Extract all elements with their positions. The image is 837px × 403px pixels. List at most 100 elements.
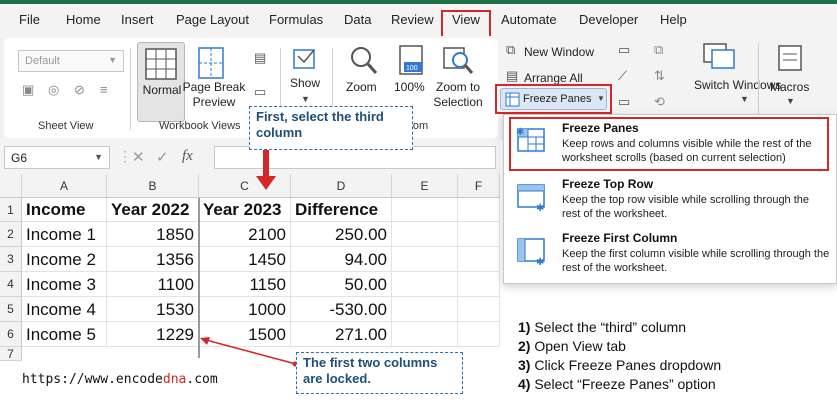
cell-e3[interactable] xyxy=(392,247,458,272)
tab-home[interactable]: Home xyxy=(66,12,101,27)
tab-data[interactable]: Data xyxy=(344,12,371,27)
cell-b4[interactable]: 1100 xyxy=(107,272,199,297)
chevron-down-icon: ▼ xyxy=(108,55,117,65)
list-icon[interactable]: ≡ xyxy=(100,82,108,97)
menu-item-freeze-top-row[interactable]: ✱ Freeze Top Row Keep the top row visibl… xyxy=(510,175,830,227)
zoom-icon[interactable] xyxy=(348,44,378,76)
show-icon[interactable] xyxy=(290,44,320,74)
cell-c2[interactable]: 2100 xyxy=(199,222,291,247)
unhide-icon[interactable]: ▭ xyxy=(618,94,630,110)
cell-b5[interactable]: 1530 xyxy=(107,297,199,322)
side-by-side-icon[interactable]: ⧉ xyxy=(654,42,663,58)
cell-e2[interactable] xyxy=(392,222,458,247)
cell-a4[interactable]: Income 3 xyxy=(22,272,107,297)
page-break-label[interactable]: Page Break Preview xyxy=(182,80,246,110)
zoom-100-label[interactable]: 100% xyxy=(394,80,425,95)
tab-automate[interactable]: Automate xyxy=(501,12,557,27)
column-header-d[interactable]: D xyxy=(291,174,392,198)
show-label[interactable]: Show xyxy=(290,76,320,91)
check-icon[interactable]: ✓ xyxy=(156,148,169,166)
cell-d3[interactable]: 94.00 xyxy=(291,247,392,272)
fx-icon[interactable]: fx xyxy=(182,148,193,165)
cell-c1[interactable]: Year 2023 xyxy=(199,198,291,222)
exit-view-icon[interactable]: ⊘ xyxy=(74,82,85,98)
cell-e6[interactable] xyxy=(392,322,458,347)
switch-windows-label[interactable]: Switch Windows xyxy=(694,78,781,92)
cell-b2[interactable]: 1850 xyxy=(107,222,199,247)
chevron-down-icon: ▼ xyxy=(94,152,103,162)
row-header-4[interactable]: 4 xyxy=(0,272,22,297)
save-view-icon[interactable]: ▣ xyxy=(22,82,34,98)
switch-windows-icon[interactable] xyxy=(702,42,736,72)
normal-view-button[interactable]: Normal xyxy=(137,42,185,122)
page-break-icon[interactable] xyxy=(196,46,226,80)
tab-formulas[interactable]: Formulas xyxy=(269,12,323,27)
split-icon[interactable]: ▭ xyxy=(618,42,630,58)
cell-c3[interactable]: 1450 xyxy=(199,247,291,272)
new-window-button[interactable]: New Window xyxy=(524,45,594,59)
row-header-5[interactable]: 5 xyxy=(0,297,22,322)
macros-icon[interactable] xyxy=(776,42,806,74)
cell-a6[interactable]: Income 5 xyxy=(22,322,107,347)
row-header-7[interactable]: 7 xyxy=(0,347,22,361)
freeze-panes-button[interactable]: Freeze Panes ▼ xyxy=(500,88,607,110)
cell-e4[interactable] xyxy=(392,272,458,297)
row-header-1[interactable]: 1 xyxy=(0,198,22,222)
custom-views-icon[interactable]: ▭ xyxy=(254,84,266,100)
arrange-all-button[interactable]: Arrange All xyxy=(524,71,583,85)
cell-e5[interactable] xyxy=(392,297,458,322)
cell-b1[interactable]: Year 2022 xyxy=(107,198,199,222)
cell-e1[interactable] xyxy=(392,198,458,222)
cell-b3[interactable]: 1356 xyxy=(107,247,199,272)
step-2: 2) Open View tab xyxy=(518,337,836,356)
column-header-f[interactable]: F xyxy=(458,174,500,198)
tab-insert[interactable]: Insert xyxy=(121,12,154,27)
freeze-panes-option-highlight xyxy=(509,117,829,171)
row-header-2[interactable]: 2 xyxy=(0,222,22,247)
cell-a5[interactable]: Income 4 xyxy=(22,297,107,322)
cell-d4[interactable]: 50.00 xyxy=(291,272,392,297)
cell-d1[interactable]: Difference xyxy=(291,198,392,222)
cell-d5[interactable]: -530.00 xyxy=(291,297,392,322)
select-all-corner[interactable] xyxy=(0,174,22,198)
tab-help[interactable]: Help xyxy=(660,12,687,27)
reset-position-icon[interactable]: ⟲ xyxy=(654,94,665,110)
row-header-3[interactable]: 3 xyxy=(0,247,22,272)
column-header-c[interactable]: C xyxy=(199,174,291,198)
name-box[interactable]: G6 ▼ xyxy=(4,146,110,169)
zoom-selection-icon[interactable] xyxy=(442,44,474,76)
column-header-b[interactable]: B xyxy=(107,174,199,198)
macros-label[interactable]: Macros xyxy=(770,80,809,94)
cell-f6[interactable] xyxy=(458,322,500,347)
tab-review[interactable]: Review xyxy=(391,12,434,27)
page-layout-icon[interactable]: ▤ xyxy=(254,50,266,66)
eye-icon[interactable]: ◎ xyxy=(48,82,59,98)
cell-d6[interactable]: 271.00 xyxy=(291,322,392,347)
zoom-100-icon[interactable]: 100 xyxy=(396,44,426,76)
zoom-selection-label[interactable]: Zoom to Selection xyxy=(432,80,484,110)
column-header-e[interactable]: E xyxy=(392,174,458,198)
hide-icon[interactable]: ⟋ xyxy=(618,68,627,84)
tab-developer[interactable]: Developer xyxy=(579,12,638,27)
cell-d2[interactable]: 250.00 xyxy=(291,222,392,247)
column-header-a[interactable]: A xyxy=(22,174,107,198)
menu-item-freeze-first-column[interactable]: ✱ Freeze First Column Keep the first col… xyxy=(510,229,830,281)
cell-f2[interactable] xyxy=(458,222,500,247)
cell-f3[interactable] xyxy=(458,247,500,272)
cell-a2[interactable]: Income 1 xyxy=(22,222,107,247)
tab-file[interactable]: File xyxy=(19,12,40,27)
cell-b6[interactable]: 1229 xyxy=(107,322,199,347)
cell-f5[interactable] xyxy=(458,297,500,322)
cell-f4[interactable] xyxy=(458,272,500,297)
zoom-label[interactable]: Zoom xyxy=(346,80,377,95)
cell-c5[interactable]: 1000 xyxy=(199,297,291,322)
sync-scroll-icon[interactable]: ⇅ xyxy=(654,68,665,84)
tab-page-layout[interactable]: Page Layout xyxy=(176,12,249,27)
cell-f1[interactable] xyxy=(458,198,500,222)
cell-a3[interactable]: Income 2 xyxy=(22,247,107,272)
row-header-6[interactable]: 6 xyxy=(0,322,22,347)
close-icon[interactable]: ✕ xyxy=(132,148,145,166)
sheet-view-dropdown[interactable]: Default ▼ xyxy=(18,50,124,72)
cell-c4[interactable]: 1150 xyxy=(199,272,291,297)
cell-a1[interactable]: Income xyxy=(22,198,107,222)
